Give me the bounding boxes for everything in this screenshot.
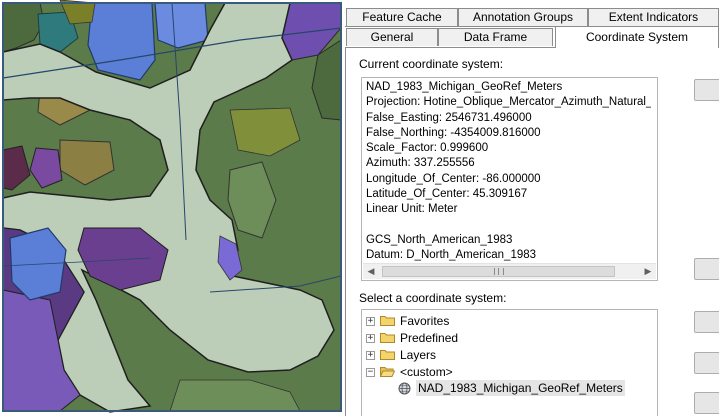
collapse-icon[interactable]: − [366, 368, 375, 377]
data-frame-properties-dialog: Feature Cache Annotation Groups Extent I… [345, 0, 719, 416]
open-folder-icon [380, 367, 395, 377]
tab-extent-indicators[interactable]: Extent Indicators [588, 8, 719, 26]
tab-data-frame[interactable]: Data Frame [438, 28, 553, 46]
side-button-2[interactable] [694, 258, 719, 280]
tree-label-predefined: Predefined [400, 331, 459, 345]
current-cs-textbox[interactable]: NAD_1983_Michigan_GeoRef_Meters Projecti… [361, 77, 658, 281]
tab-feature-cache[interactable]: Feature Cache [346, 8, 458, 26]
globe-icon [398, 382, 411, 395]
expand-icon[interactable]: + [366, 351, 375, 360]
tab-general[interactable]: General [346, 28, 438, 46]
scrollbar-thumb[interactable] [382, 266, 615, 277]
scroll-grip-icon [494, 268, 504, 275]
map-view[interactable] [0, 0, 345, 416]
tab-coordinate-system[interactable]: Coordinate System [555, 26, 719, 48]
map-canvas[interactable] [0, 0, 345, 416]
side-button-4[interactable] [694, 352, 719, 374]
tree-label-custom: <custom> [400, 365, 453, 379]
folder-icon [380, 333, 395, 343]
tree-label-favorites: Favorites [400, 314, 450, 328]
select-cs-label: Select a coordinate system: [359, 291, 507, 305]
current-cs-label: Current coordinate system: [359, 57, 504, 71]
tab-annotation-groups[interactable]: Annotation Groups [458, 8, 588, 26]
folder-icon [380, 316, 395, 326]
expand-icon[interactable]: + [366, 334, 375, 343]
scroll-right-icon[interactable]: ▶ [640, 264, 656, 279]
horizontal-scrollbar[interactable]: ◀ ▶ [363, 263, 656, 279]
side-button-5[interactable] [694, 392, 719, 414]
tree-label-custom-cs: NAD_1983_Michigan_GeoRef_Meters [416, 380, 625, 396]
cs-tree[interactable]: + Favorites + Predefined + Layers − <cus… [361, 309, 658, 416]
side-button-3[interactable] [694, 311, 719, 333]
expand-icon[interactable]: + [366, 317, 375, 326]
tree-label-layers: Layers [400, 348, 437, 362]
folder-icon [380, 350, 395, 360]
current-cs-text: NAD_1983_Michigan_GeoRef_Meters Projecti… [366, 81, 651, 262]
scroll-left-icon[interactable]: ◀ [363, 264, 379, 279]
side-button-1[interactable] [694, 79, 719, 101]
